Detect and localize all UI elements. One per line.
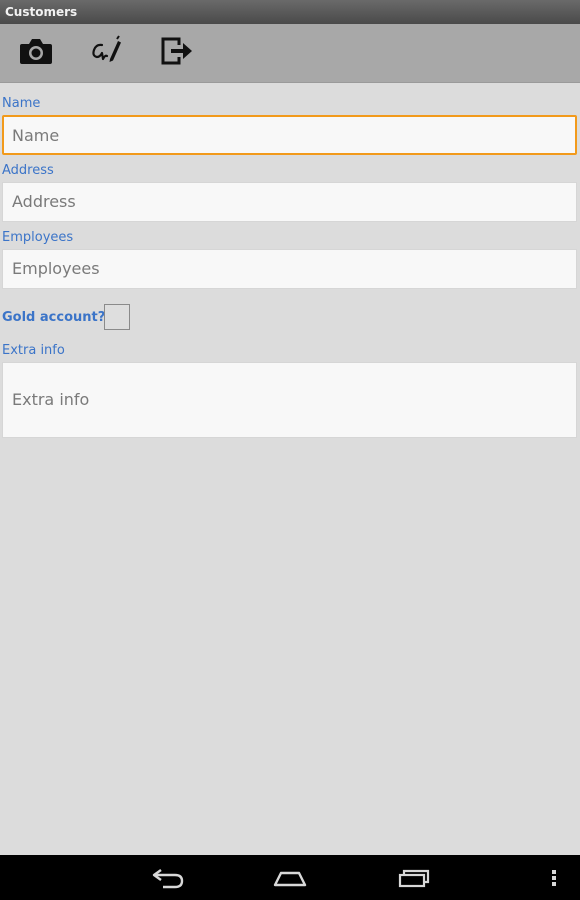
name-label: Name xyxy=(2,96,41,111)
employees-label: Employees xyxy=(2,230,74,245)
exit-icon xyxy=(161,37,192,65)
signature-button[interactable] xyxy=(86,33,126,69)
address-label: Address xyxy=(2,163,54,178)
camera-icon xyxy=(20,39,52,64)
home-icon xyxy=(273,871,307,887)
app-title-bar: Customers xyxy=(0,0,580,24)
gold-account-checkbox[interactable] xyxy=(104,304,130,330)
address-input[interactable]: Address xyxy=(2,182,577,222)
home-button[interactable] xyxy=(270,863,310,893)
recent-apps-button[interactable] xyxy=(394,863,434,893)
signature-icon xyxy=(92,35,121,62)
back-icon xyxy=(152,869,184,889)
employees-input[interactable]: Employees xyxy=(2,249,577,289)
recent-apps-icon xyxy=(398,869,430,888)
system-nav-bar xyxy=(0,855,580,900)
extra-info-label: Extra info xyxy=(2,343,65,358)
toolbar xyxy=(0,24,580,83)
exit-button[interactable] xyxy=(156,33,196,69)
extra-info-textarea[interactable]: Extra info xyxy=(2,362,577,438)
name-input[interactable]: Name xyxy=(2,115,577,155)
gold-account-label: Gold account? xyxy=(2,310,106,325)
overflow-menu-button[interactable] xyxy=(544,863,564,893)
menu-icon xyxy=(552,870,556,886)
camera-button[interactable] xyxy=(16,33,56,69)
back-button[interactable] xyxy=(148,863,188,893)
app-title: Customers xyxy=(5,5,78,19)
